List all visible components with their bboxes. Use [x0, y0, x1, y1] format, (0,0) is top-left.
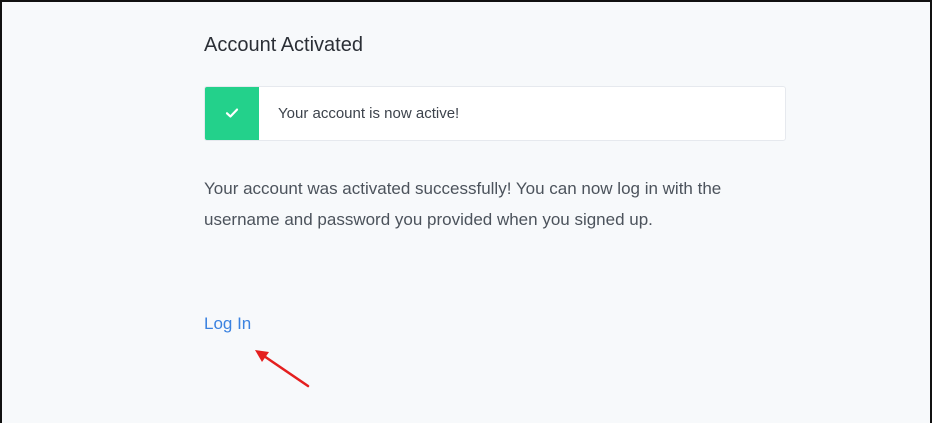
activation-message: Your account was activated successfully!…: [204, 179, 722, 229]
alert-message: Your account is now active!: [278, 105, 460, 122]
success-alert: Your account is now active!: [204, 86, 786, 141]
red-arrow-icon: [255, 350, 310, 388]
page-title: Account Activated: [204, 34, 363, 56]
log-in-link[interactable]: Log In: [204, 314, 251, 334]
page-frame: Account Activated Your account is now ac…: [0, 0, 932, 423]
alert-icon-box: [205, 87, 259, 140]
check-icon: [225, 108, 239, 118]
